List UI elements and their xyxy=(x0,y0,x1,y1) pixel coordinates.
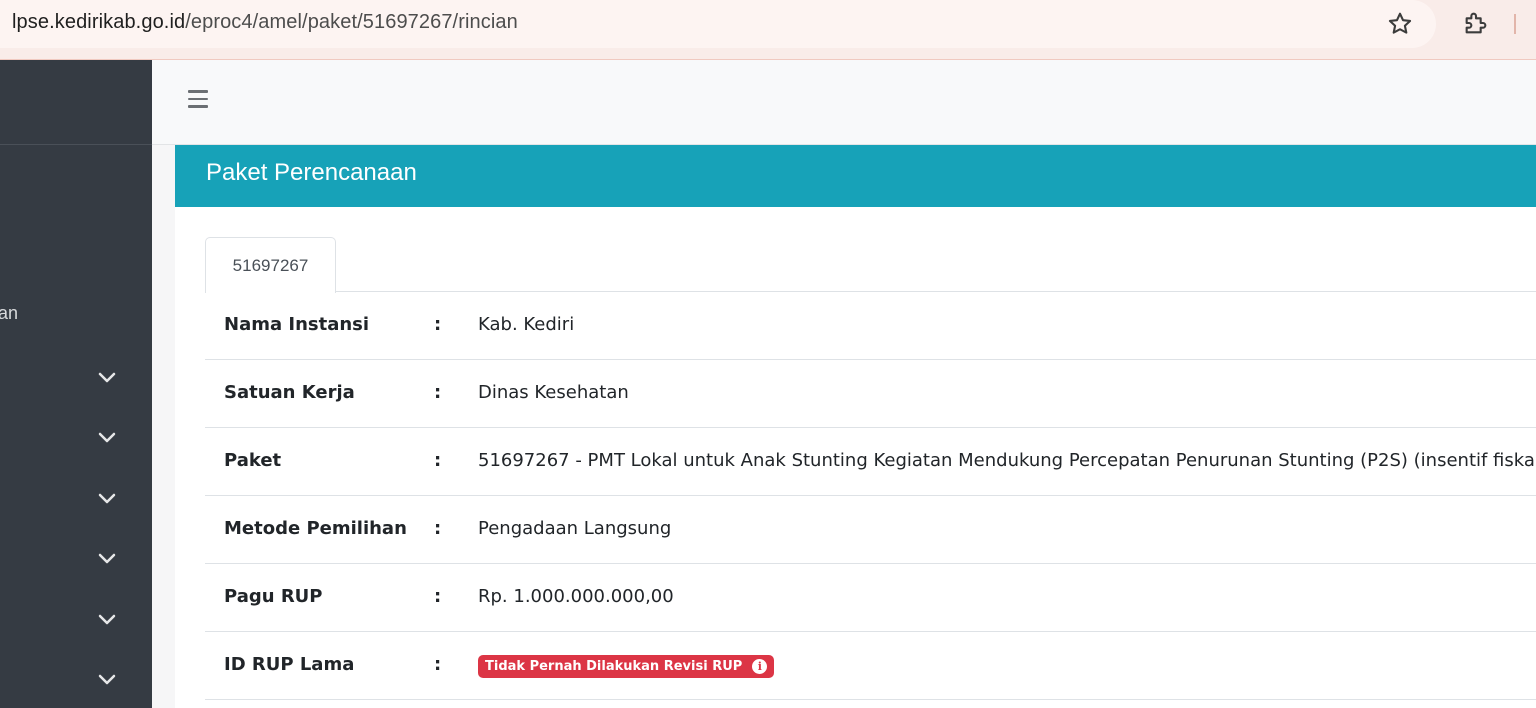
row-colon: : xyxy=(434,450,442,471)
url-host: lpse.kedirikab.go.id xyxy=(12,11,186,33)
row-label: Pagu RUP xyxy=(224,586,323,607)
row-label: Paket xyxy=(224,450,282,471)
row-colon: : xyxy=(434,382,442,403)
sidebar: an xyxy=(0,60,152,708)
row-value: Dinas Kesehatan xyxy=(478,382,629,403)
browser-toolbar: lpse.kedirikab.go.id/eproc4/amel/paket/5… xyxy=(0,0,1536,60)
chevron-down-icon[interactable] xyxy=(96,673,118,687)
row-label: Nama Instansi xyxy=(224,314,370,335)
address-bar[interactable]: lpse.kedirikab.go.id/eproc4/amel/paket/5… xyxy=(0,0,1436,48)
extensions-icon[interactable] xyxy=(1462,9,1490,37)
detail-row-id-rup-lama: ID RUP Lama : Tidak Pernah Dilakukan Rev… xyxy=(205,632,1536,700)
row-label: ID RUP Lama xyxy=(224,654,355,675)
info-icon[interactable]: i xyxy=(752,659,768,674)
row-value: Rp. 1.000.000.000,00 xyxy=(478,586,674,607)
tab-package-id[interactable]: 51697267 xyxy=(205,237,336,293)
chevron-down-icon[interactable] xyxy=(96,371,118,385)
badge-text: Tidak Pernah Dilakukan Revisi RUP xyxy=(485,659,743,674)
row-value: 51697267 - PMT Lokal untuk Anak Stunting… xyxy=(478,450,1536,471)
chevron-down-icon[interactable] xyxy=(96,431,118,445)
detail-row-metode-pemilihan: Metode Pemilihan : Pengadaan Langsung xyxy=(205,496,1536,564)
sidebar-brand-area xyxy=(0,60,152,145)
package-card: Paket Perencanaan 51697267 Nama Instansi… xyxy=(175,145,1536,708)
hamburger-icon[interactable] xyxy=(188,90,208,108)
row-colon: : xyxy=(434,586,442,607)
url-text[interactable]: lpse.kedirikab.go.id/eproc4/amel/paket/5… xyxy=(12,11,518,34)
page-title: Paket Perencanaan xyxy=(206,159,417,186)
toolbar-divider xyxy=(1514,14,1516,34)
row-colon: : xyxy=(434,654,442,675)
detail-row-pagu-rup: Pagu RUP : Rp. 1.000.000.000,00 xyxy=(205,564,1536,632)
row-colon: : xyxy=(434,518,442,539)
row-label: Metode Pemilihan xyxy=(224,518,407,539)
row-colon: : xyxy=(434,314,442,335)
chevron-down-icon[interactable] xyxy=(96,552,118,566)
card-header: Paket Perencanaan xyxy=(175,145,1536,207)
status-badge: Tidak Pernah Dilakukan Revisi RUP i xyxy=(478,655,775,678)
top-navbar xyxy=(152,60,1536,145)
sidebar-item-label[interactable]: an xyxy=(0,303,18,324)
row-value: Kab. Kediri xyxy=(478,314,575,335)
detail-row-paket: Paket : 51697267 - PMT Lokal untuk Anak … xyxy=(205,428,1536,496)
url-path: /eproc4/amel/paket/51697267/rincian xyxy=(185,11,518,33)
star-icon[interactable] xyxy=(1386,10,1414,38)
row-label: Satuan Kerja xyxy=(224,382,355,403)
chevron-down-icon[interactable] xyxy=(96,613,118,627)
detail-row-satuan-kerja: Satuan Kerja : Dinas Kesehatan xyxy=(205,360,1536,428)
chevron-down-icon[interactable] xyxy=(96,492,118,506)
row-value: Pengadaan Langsung xyxy=(478,518,672,539)
detail-row-nama-instansi: Nama Instansi : Kab. Kediri xyxy=(205,292,1536,360)
